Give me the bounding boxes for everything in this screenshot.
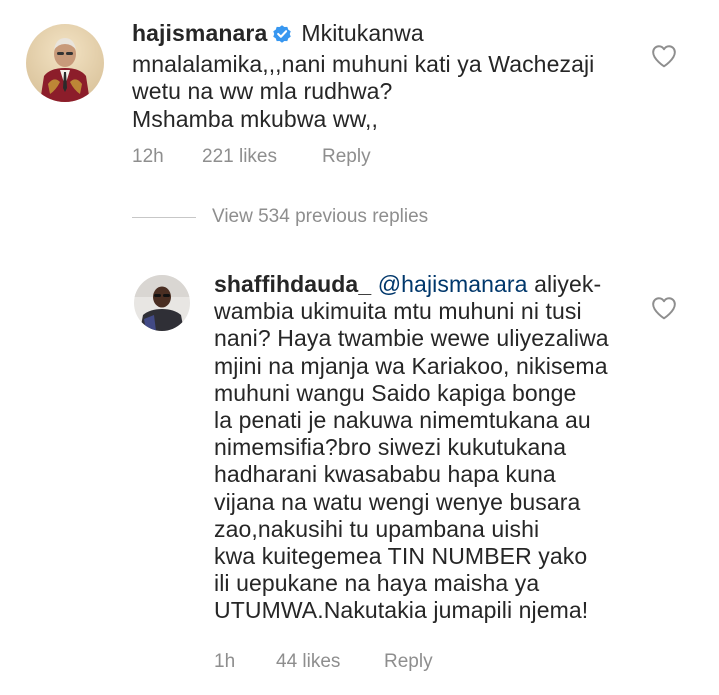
reply-text-line9: vijana na watu wengi wenye busara bbox=[214, 488, 581, 515]
reply-body: shaffihdauda_ @hajismanara aliyek- wambi… bbox=[214, 271, 654, 625]
reply-meta: 1h 44 likes Reply bbox=[214, 651, 433, 673]
reply-text-line11: kwa kuitegemea TIN NUMBER yako bbox=[214, 543, 588, 570]
avatar-shaffihdauda[interactable] bbox=[134, 275, 190, 331]
view-previous-replies[interactable]: View 534 previous replies bbox=[132, 206, 428, 228]
reply-text-line7: nimemsifia?bro siwezi kukutukana bbox=[214, 434, 567, 461]
comment-meta: 12h 221 likes Reply bbox=[132, 146, 371, 168]
reply-mention-link[interactable]: @hajismanara bbox=[378, 271, 528, 297]
comment-body: hajismanara Mkitukanwa mnalalamika,,,nani… bbox=[132, 20, 652, 133]
reply-text-line10: zao,nakusihi tu upambana uishi bbox=[214, 515, 540, 542]
comment-likes[interactable]: 221 likes bbox=[202, 146, 322, 168]
reply-reply-button[interactable]: Reply bbox=[384, 651, 433, 673]
view-replies-label[interactable]: View 534 previous replies bbox=[212, 206, 428, 228]
like-heart-icon[interactable] bbox=[651, 296, 677, 325]
divider-line bbox=[132, 216, 196, 218]
comment-line-1: hajismanara Mkitukanwa bbox=[132, 20, 652, 51]
like-heart-icon[interactable] bbox=[651, 44, 677, 73]
comment-text-line3: wetu na ww mla rudhwa? bbox=[132, 78, 393, 105]
reply-text-line4: mjini na mjanja wa Kariakoo, nikisema bbox=[214, 352, 608, 379]
reply-time[interactable]: 1h bbox=[214, 651, 276, 673]
verified-badge-icon bbox=[271, 23, 293, 51]
reply-line-1: shaffihdauda_ @hajismanara aliyek- bbox=[214, 271, 654, 298]
comment-text-line2: mnalalamika,,,nani muhuni kati ya Wachez… bbox=[132, 51, 595, 78]
comment-username[interactable]: hajismanara bbox=[132, 20, 267, 46]
reply-text-line12: ili uepukane na haya maisha ya bbox=[214, 570, 540, 597]
comment-text-line1: Mkitukanwa bbox=[301, 20, 424, 46]
reply-text-line6: la penati je nakuwa nimemtukana au bbox=[214, 407, 591, 434]
comment-text-line4: Mshamba mkubwa ww,, bbox=[132, 105, 379, 132]
comment-time[interactable]: 12h bbox=[132, 146, 202, 168]
avatar-image bbox=[26, 24, 104, 102]
reply-text-line2: wambia ukimuita mtu muhuni ni tusi bbox=[214, 298, 582, 325]
reply-text-line3: nani? Haya twambie wewe uliyezaliwa bbox=[214, 325, 609, 352]
reply-text-line8: hadharani kwasababu hapa kuna bbox=[214, 461, 556, 488]
avatar-hajismanara[interactable] bbox=[26, 24, 104, 102]
reply-text-line1: aliyek- bbox=[534, 271, 602, 297]
avatar-image bbox=[134, 275, 190, 331]
reply-text-line5: muhuni wangu Saido kapiga bonge bbox=[214, 379, 577, 406]
comment-reply-button[interactable]: Reply bbox=[322, 146, 371, 168]
reply-username[interactable]: shaffihdauda_ bbox=[214, 271, 371, 297]
reply-text-line13: UTUMWA.Nakutakia jumapili njema! bbox=[214, 597, 589, 624]
reply-likes[interactable]: 44 likes bbox=[276, 651, 384, 673]
